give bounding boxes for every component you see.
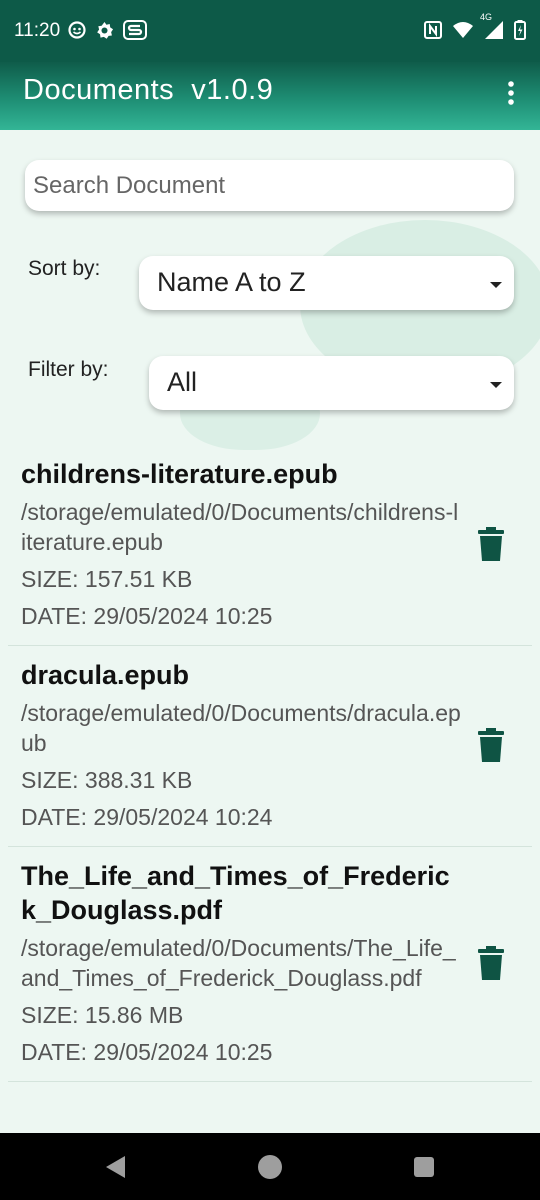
sort-label: Sort by: bbox=[28, 257, 101, 280]
settings-icon bbox=[95, 21, 114, 40]
delete-icon[interactable] bbox=[478, 527, 504, 561]
document-name: dracula.epub bbox=[21, 660, 190, 690]
document-path: /storage/emulated/0/Documents/The_Life_a… bbox=[21, 935, 456, 991]
document-item[interactable]: childrens-literature.epub /storage/emula… bbox=[8, 445, 532, 646]
network-label: 4G bbox=[480, 12, 493, 22]
main-content: Sort by: Name A to Z Filter by: All chil… bbox=[0, 130, 540, 1133]
sort-selected-value: Name A to Z bbox=[157, 267, 306, 297]
status-bar: 11:20 4G bbox=[0, 0, 540, 62]
status-left-icons bbox=[68, 20, 147, 40]
app-bar: Documents v1.0.9 bbox=[0, 62, 540, 130]
status-right-icons: 4G bbox=[424, 12, 526, 40]
signal-4g-icon: 4G bbox=[480, 12, 504, 40]
filter-dropdown[interactable]: All bbox=[149, 356, 514, 410]
wifi-icon bbox=[452, 21, 474, 39]
nfc-icon bbox=[424, 21, 442, 39]
home-icon[interactable] bbox=[258, 1155, 282, 1179]
more-vert-icon[interactable] bbox=[500, 78, 522, 108]
filter-label: Filter by: bbox=[28, 358, 109, 381]
s-app-icon bbox=[123, 20, 147, 40]
sort-dropdown[interactable]: Name A to Z bbox=[139, 256, 514, 310]
filter-selected-value: All bbox=[167, 367, 198, 397]
document-size: SIZE: 388.31 KB bbox=[21, 767, 193, 793]
back-icon[interactable] bbox=[104, 1155, 126, 1184]
navigation-bar bbox=[0, 1133, 540, 1200]
document-name: childrens-literature.epub bbox=[21, 459, 338, 489]
document-path: /storage/emulated/0/Documents/dracula.ep… bbox=[21, 700, 461, 756]
document-name: The_Life_and_Times_of_Frederick_Douglass… bbox=[21, 861, 450, 925]
delete-icon[interactable] bbox=[478, 728, 504, 762]
document-date: DATE: 29/05/2024 10:25 bbox=[21, 603, 273, 629]
delete-icon[interactable] bbox=[478, 946, 504, 980]
document-item[interactable]: dracula.epub /storage/emulated/0/Documen… bbox=[8, 646, 532, 847]
battery-icon bbox=[514, 20, 526, 40]
document-date: DATE: 29/05/2024 10:25 bbox=[21, 1039, 273, 1065]
document-size: SIZE: 15.86 MB bbox=[21, 1002, 184, 1028]
document-path: /storage/emulated/0/Documents/childrens-… bbox=[21, 499, 459, 555]
document-item[interactable]: The_Life_and_Times_of_Frederick_Douglass… bbox=[8, 847, 532, 1082]
document-date: DATE: 29/05/2024 10:24 bbox=[21, 804, 273, 830]
document-size: SIZE: 157.51 KB bbox=[21, 566, 193, 592]
emoji-icon bbox=[68, 21, 86, 39]
document-list: childrens-literature.epub /storage/emula… bbox=[8, 445, 532, 1082]
chevron-down-icon bbox=[490, 282, 502, 288]
chevron-down-icon bbox=[490, 382, 502, 388]
search-input[interactable] bbox=[25, 160, 514, 211]
recents-icon[interactable] bbox=[414, 1157, 434, 1177]
status-time: 11:20 bbox=[14, 20, 61, 41]
app-title: Documents v1.0.9 bbox=[23, 74, 274, 106]
